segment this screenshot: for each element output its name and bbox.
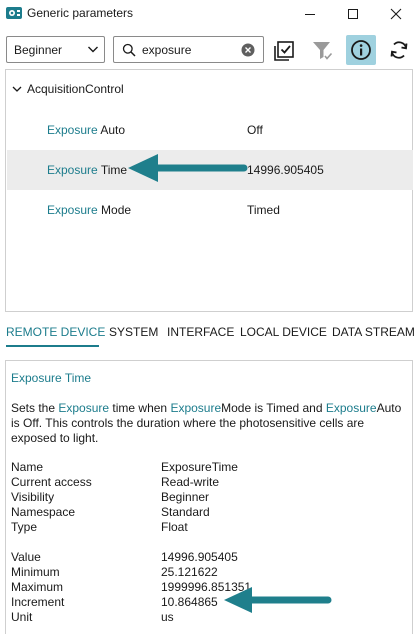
chevron-down-icon <box>88 46 98 53</box>
tree-row-name: Exposure Auto <box>47 123 126 137</box>
info-button[interactable] <box>346 35 376 65</box>
property-minimum: Minimum 25.121622 <box>11 565 218 579</box>
close-button[interactable] <box>376 0 416 27</box>
parameter-tree: AcquisitionControl Exposure Auto Off Exp… <box>5 69 413 312</box>
property-name: Name ExposureTime <box>11 460 238 474</box>
clear-search-icon[interactable] <box>241 43 255 57</box>
close-icon <box>390 8 402 19</box>
refresh-button[interactable] <box>384 35 414 65</box>
chevron-down-icon[interactable] <box>12 84 22 94</box>
app-icon <box>6 7 22 19</box>
property-visibility: Visibility Beginner <box>11 490 210 504</box>
module-tabs: REMOTE DEVICE SYSTEM INTERFACE LOCAL DEV… <box>0 312 418 348</box>
tab-data-stream[interactable]: DATA STREAM <box>332 325 415 339</box>
active-tab-indicator <box>6 345 99 347</box>
checklist-icon <box>274 41 294 61</box>
tree-group-acquisitioncontrol[interactable]: AcquisitionControl <box>6 79 412 99</box>
tree-row-exposure-mode[interactable]: Exposure Mode Timed <box>7 190 413 230</box>
filter-button[interactable] <box>307 35 337 65</box>
checklist-button[interactable] <box>270 35 300 65</box>
title-bar: Generic parameters <box>0 0 418 27</box>
property-increment: Increment 10.864865 <box>11 595 218 609</box>
tree-row-value[interactable]: Timed <box>247 203 280 217</box>
tree-row-value[interactable]: Off <box>247 123 263 137</box>
refresh-icon <box>390 41 408 59</box>
property-value: Value 14996.905405 <box>11 550 238 564</box>
property-unit: Unit us <box>11 610 174 624</box>
tab-interface[interactable]: INTERFACE <box>167 325 234 339</box>
tree-row-exposure-auto[interactable]: Exposure Auto Off <box>7 110 413 150</box>
window-title: Generic parameters <box>27 6 134 20</box>
search-input[interactable] <box>142 42 238 58</box>
property-type: Type Float <box>11 520 188 534</box>
filter-icon <box>313 42 333 60</box>
visibility-dropdown[interactable]: Beginner <box>6 36 105 63</box>
info-title: Exposure Time <box>11 371 92 385</box>
search-icon <box>122 43 136 57</box>
annotation-arrow-increment <box>224 587 332 613</box>
info-icon <box>351 40 371 60</box>
property-current-access: Current access Read-write <box>11 475 220 489</box>
maximize-button[interactable] <box>333 0 373 27</box>
search-box <box>113 36 264 63</box>
tab-system[interactable]: SYSTEM <box>109 325 158 339</box>
tab-remote-device[interactable]: REMOTE DEVICE <box>6 325 105 339</box>
tab-local-device[interactable]: LOCAL DEVICE <box>240 325 327 339</box>
minimize-button[interactable] <box>290 0 330 27</box>
minimize-icon <box>305 13 315 15</box>
maximize-icon <box>348 8 358 19</box>
tree-group-label: AcquisitionControl <box>27 82 124 96</box>
annotation-arrow-exposure-time <box>128 154 248 182</box>
toolbar: Beginner <box>0 27 418 69</box>
property-maximum: Maximum 1999996.851351 <box>11 580 252 594</box>
info-description: Sets the Exposure time when ExposureMode… <box>11 401 402 445</box>
visibility-dropdown-value: Beginner <box>14 43 63 57</box>
tree-row-name: Exposure Time <box>47 163 128 177</box>
tree-row-value[interactable]: 14996.905405 <box>247 163 324 177</box>
info-panel: Exposure Time Sets the Exposure time whe… <box>5 360 413 634</box>
tree-row-name: Exposure Mode <box>47 203 132 217</box>
property-namespace: Namespace Standard <box>11 505 210 519</box>
